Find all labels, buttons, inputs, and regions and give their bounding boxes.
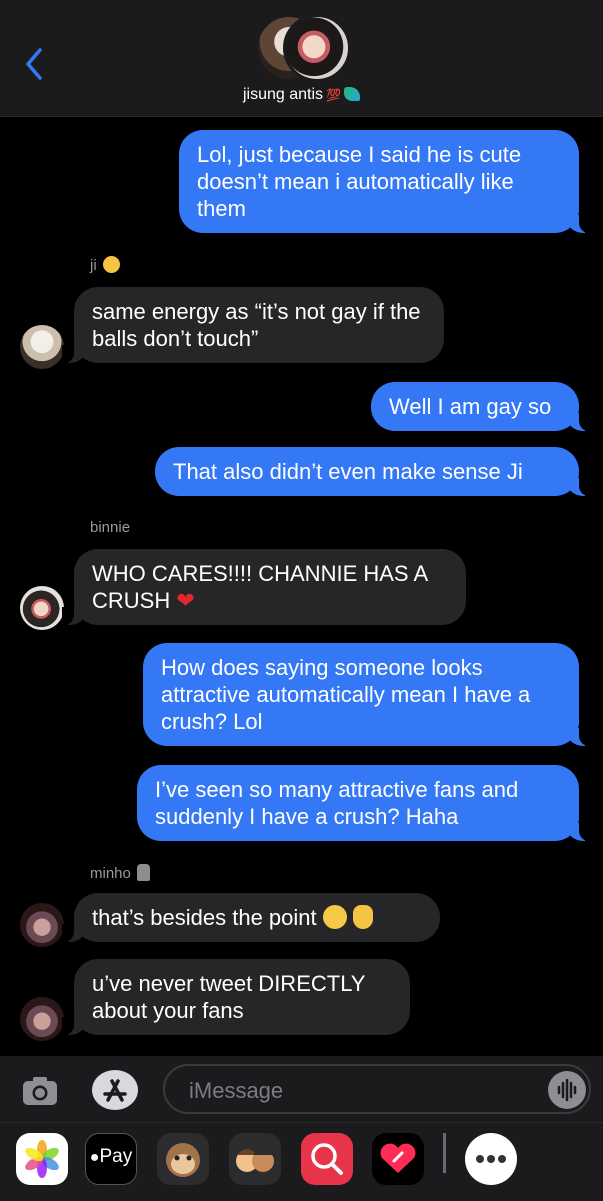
camera-icon[interactable]: [20, 1071, 60, 1111]
moai-icon: [136, 864, 150, 881]
message-input[interactable]: [187, 1076, 531, 1106]
waveform-icon[interactable]: [548, 1071, 586, 1109]
surfer-icon: [344, 87, 360, 101]
sender-name: minho: [90, 864, 150, 882]
photos-app-icon[interactable]: [16, 1133, 68, 1185]
incoming-message[interactable]: u’ve never tweet DIRECTLY about your fan…: [62, 959, 410, 1035]
avatar: [283, 14, 351, 82]
sender-name-text: minho: [90, 865, 131, 882]
sender-name-text: ji: [90, 257, 97, 274]
avatar[interactable]: [20, 586, 64, 630]
raised-hand-icon: [352, 905, 373, 929]
avatar[interactable]: [20, 997, 64, 1041]
incoming-message[interactable]: WHO CARES!!!! CHANNIE HAS A CRUSH ❤: [62, 549, 466, 625]
sender-name: binnie: [90, 519, 131, 536]
digital-touch-app-icon[interactable]: [372, 1133, 424, 1185]
outgoing-message[interactable]: I’ve seen so many attractive fans and su…: [137, 765, 591, 841]
message-field[interactable]: [163, 1064, 591, 1114]
divider: [443, 1133, 446, 1173]
apple-logo-icon: ●: [89, 1149, 100, 1166]
message-text: that’s besides the point: [92, 905, 317, 930]
memoji-stickers-app-icon[interactable]: [229, 1133, 281, 1185]
triumph-face-icon: [322, 905, 347, 929]
apple-pay-label: Pay: [99, 1146, 133, 1167]
sender-name: ji: [90, 256, 120, 274]
outgoing-message[interactable]: Lol, just because I said he is cute does…: [179, 130, 591, 233]
red-heart-icon: ❤: [176, 588, 195, 613]
hundred-points-icon: 💯: [326, 88, 341, 102]
app-drawer: ●Pay: [0, 1122, 603, 1201]
animoji-app-icon[interactable]: [157, 1133, 209, 1185]
app-store-icon[interactable]: [92, 1070, 138, 1110]
message-text: WHO CARES!!!! CHANNIE HAS A CRUSH: [92, 561, 427, 613]
outgoing-message[interactable]: That also didn’t even make sense Ji: [155, 447, 591, 496]
avatar[interactable]: [20, 325, 64, 369]
title-text: jisung antis: [243, 86, 324, 103]
outgoing-message[interactable]: Well I am gay so: [371, 382, 591, 431]
composer-bar: [0, 1056, 603, 1122]
ellipsis-icon[interactable]: [465, 1133, 517, 1185]
conversation-title[interactable]: jisung antis 💯: [0, 86, 603, 104]
search-images-app-icon[interactable]: [301, 1133, 353, 1185]
avatar[interactable]: [20, 903, 64, 947]
chevron-left-icon[interactable]: [20, 44, 50, 84]
incoming-message[interactable]: that’s besides the point: [62, 893, 440, 942]
incoming-message[interactable]: same energy as “it’s not gay if the ball…: [62, 287, 444, 363]
conversation-header: jisung antis 💯: [0, 0, 603, 117]
outgoing-message[interactable]: How does saying someone looks attractive…: [143, 643, 591, 746]
group-avatar[interactable]: [255, 14, 351, 82]
apple-pay-app-icon[interactable]: ●Pay: [85, 1133, 137, 1185]
neutral-face-icon: [102, 256, 120, 273]
message-list: Lol, just because I said he is cute does…: [0, 116, 603, 1056]
